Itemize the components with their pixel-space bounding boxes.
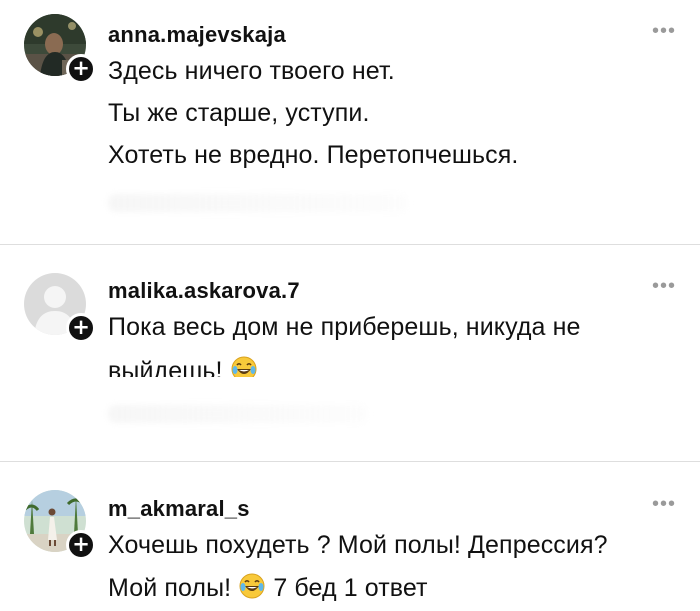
comment-text-line: Ты же старше, уступи.: [108, 99, 370, 127]
faded-metadata: [108, 194, 408, 212]
username-fade: [322, 275, 344, 307]
comment-item: + anna.majevskaja ••• Здесь ничего твоег…: [0, 0, 700, 244]
cut-off-mask: [100, 377, 520, 387]
username-fade: [300, 18, 322, 50]
follow-plus-icon[interactable]: +: [66, 313, 96, 343]
follow-plus-icon[interactable]: +: [66, 530, 96, 560]
comment-text-line: Хотеть не вредно. Перетопчешься.: [108, 141, 519, 169]
username-fade: [282, 492, 312, 524]
avatar[interactable]: +: [24, 273, 96, 343]
more-horizontal-icon[interactable]: •••: [652, 21, 676, 41]
comment-item: + m_akmaral_s ••• Хочешь похудеть ? Мой …: [0, 462, 700, 611]
follow-plus-icon[interactable]: +: [66, 54, 96, 84]
avatar[interactable]: +: [24, 490, 96, 560]
more-horizontal-icon[interactable]: •••: [652, 494, 676, 514]
comment-text: Мой полы!: [108, 574, 232, 602]
faded-metadata: [108, 405, 368, 423]
comment-username[interactable]: m_akmaral_s: [108, 496, 250, 522]
comments-feed: + anna.majevskaja ••• Здесь ничего твоег…: [0, 0, 700, 611]
comment-text-line: Хочешь похудеть ? Мой полы! Депрессия?: [108, 531, 608, 559]
comment-item: + malika.askarova.7 ••• Пока весь дом не…: [0, 245, 700, 461]
more-horizontal-icon[interactable]: •••: [652, 276, 676, 296]
comment-text-line: Мой полы! 7 бед 1 ответ: [108, 572, 428, 603]
comment-username[interactable]: malika.askarova.7: [108, 278, 300, 304]
comment-text-line: Здесь ничего твоего нет.: [108, 57, 395, 85]
avatar[interactable]: +: [24, 14, 96, 84]
comment-text-line: Пока весь дом не приберешь, никуда не: [108, 313, 581, 341]
tears-of-joy-emoji: [239, 573, 265, 599]
comment-text: 7 бед 1 ответ: [273, 574, 428, 602]
comment-username[interactable]: anna.majevskaja: [108, 22, 286, 48]
